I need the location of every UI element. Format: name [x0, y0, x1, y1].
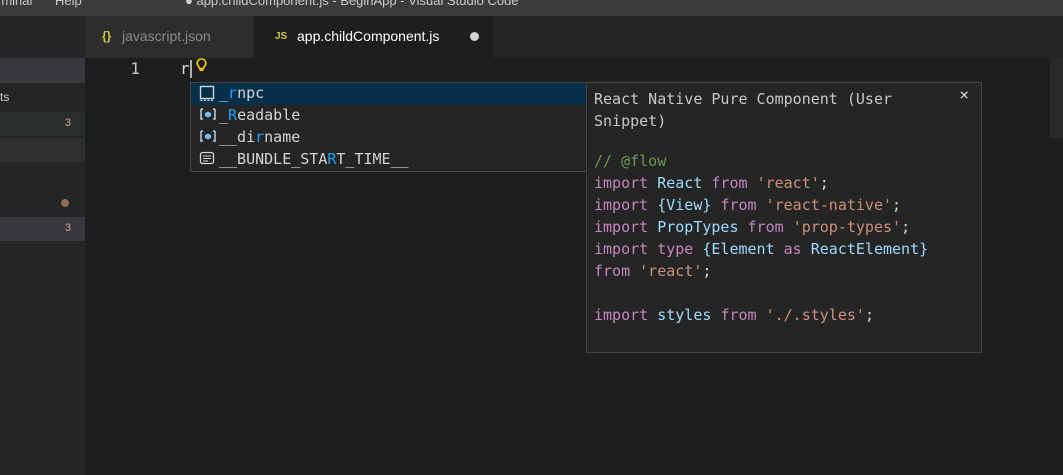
code-token: 'react' — [756, 174, 820, 192]
variable-icon — [199, 107, 217, 125]
suggestion-prefix: __di — [219, 128, 256, 146]
suggestion-match: r — [255, 128, 265, 146]
code-token: ; — [864, 306, 874, 324]
code-line: import styles from './.styles'; — [594, 304, 928, 326]
code-token: './.styles' — [765, 306, 865, 324]
problem-count-badge: 3 — [64, 117, 71, 129]
json-file-icon: {} — [102, 29, 112, 43]
suggestion-match: R — [228, 106, 238, 124]
text-cursor — [190, 60, 192, 78]
sidebar-item-0[interactable]: ts — [0, 85, 85, 109]
suggestion-widget: _rnpc _Readable __dirname __BUNDLE_START… — [190, 82, 587, 172]
tab-label: app.childComponent.js — [297, 28, 440, 44]
menu-terminal[interactable]: rminal — [0, 0, 32, 8]
unsaved-dot-icon[interactable] — [470, 32, 479, 41]
problem-count-badge: 3 — [64, 222, 71, 234]
sidebar-item-2[interactable] — [0, 190, 85, 214]
sidebar: ts 3 3 — [0, 16, 85, 475]
suggestion-item[interactable]: __dirname — [191, 127, 586, 149]
code-token: import — [594, 218, 658, 236]
code-line[interactable]: r — [180, 59, 190, 78]
code-token: import — [594, 196, 658, 214]
code-token: from — [594, 262, 640, 280]
line-number: 1 — [130, 59, 140, 78]
code-line: import {View} from 'react-native'; — [594, 194, 928, 216]
code-token: from — [711, 174, 757, 192]
suggestion-rest: eadable — [237, 106, 301, 124]
code-token: import — [594, 174, 658, 192]
sidebar-item-label: ts — [0, 90, 10, 104]
suggestion-prefix: _ — [219, 84, 229, 102]
code-token: from — [720, 306, 766, 324]
code-token: 'prop-types' — [792, 218, 902, 236]
code-line: import type {Element as ReactElement} — [594, 238, 928, 260]
sidebar-item-1[interactable]: 3 — [0, 112, 85, 136]
code-token: from — [720, 196, 766, 214]
variable-icon — [199, 129, 217, 147]
js-file-icon: JS — [275, 31, 288, 42]
lightbulb-icon[interactable] — [196, 58, 207, 77]
snippet-icon — [199, 85, 215, 105]
code-token: styles — [657, 306, 721, 324]
modified-dot-icon — [61, 199, 69, 207]
code-token: type — [657, 240, 703, 258]
code-token: ; — [901, 218, 911, 236]
code-token: {View} — [657, 196, 721, 214]
title-bar: rminal Help ● app.childComponent.js - Be… — [0, 0, 1063, 16]
menu-help[interactable]: Help — [55, 0, 82, 8]
suggestion-details-panel: × React Native Pure Component (User Snip… — [586, 82, 982, 353]
sidebar-item-3[interactable]: 3 — [0, 217, 85, 241]
code-token: ; — [892, 196, 902, 214]
code-token: // @flow — [594, 152, 667, 170]
tab-bar: {} javascript.json JS app.childComponent… — [85, 16, 1063, 58]
window-title: ● app.childComponent.js - BeginApp - Vis… — [185, 0, 519, 8]
suggestion-item[interactable]: _rnpc — [191, 83, 586, 105]
code-token: 'react-native' — [765, 196, 893, 214]
suggestion-prefix: __BUNDLE_STA — [219, 150, 328, 168]
suggestion-rest: npc — [237, 84, 265, 102]
suggestion-prefix: _ — [219, 106, 229, 124]
code-token: ; — [819, 174, 829, 192]
code-token: ReactElement} — [810, 240, 929, 258]
code-token: import — [594, 240, 658, 258]
code-token: ; — [702, 262, 712, 280]
suggestion-rest: T_TIME__ — [336, 150, 409, 168]
suggestion-rest: name — [264, 128, 301, 146]
code-token: {Element — [702, 240, 784, 258]
text-icon — [199, 151, 215, 169]
tab-label: javascript.json — [122, 28, 211, 44]
sidebar-header — [0, 58, 85, 83]
code-line: import React from 'react'; — [594, 172, 928, 194]
code-token: PropTypes — [657, 218, 748, 236]
snippet-title: React Native Pure Component (User Snippe… — [594, 90, 902, 130]
code-line: from 'react'; — [594, 260, 928, 282]
suggestion-item[interactable]: __BUNDLE_START_TIME__ — [191, 149, 586, 171]
code-token: import — [594, 306, 658, 324]
tab-javascript-json[interactable]: {} javascript.json — [85, 16, 253, 58]
code-token: as — [783, 240, 811, 258]
code-token: React — [657, 174, 712, 192]
tab-app-child-component[interactable]: JS app.childComponent.js — [255, 16, 493, 58]
editor-scrollbar[interactable] — [1050, 58, 1063, 138]
code-line: // @flow — [594, 150, 928, 172]
code-token: from — [747, 218, 793, 236]
code-token: 'react' — [639, 262, 703, 280]
snippet-code: // @flow import React from 'react'; import… — [594, 150, 928, 326]
suggestion-item[interactable]: _Readable — [191, 105, 586, 127]
code-line: import PropTypes from 'prop-types'; — [594, 216, 928, 238]
suggestion-match: r — [228, 84, 238, 102]
close-icon[interactable]: × — [959, 85, 969, 104]
sidebar-item-1b[interactable] — [0, 138, 85, 162]
